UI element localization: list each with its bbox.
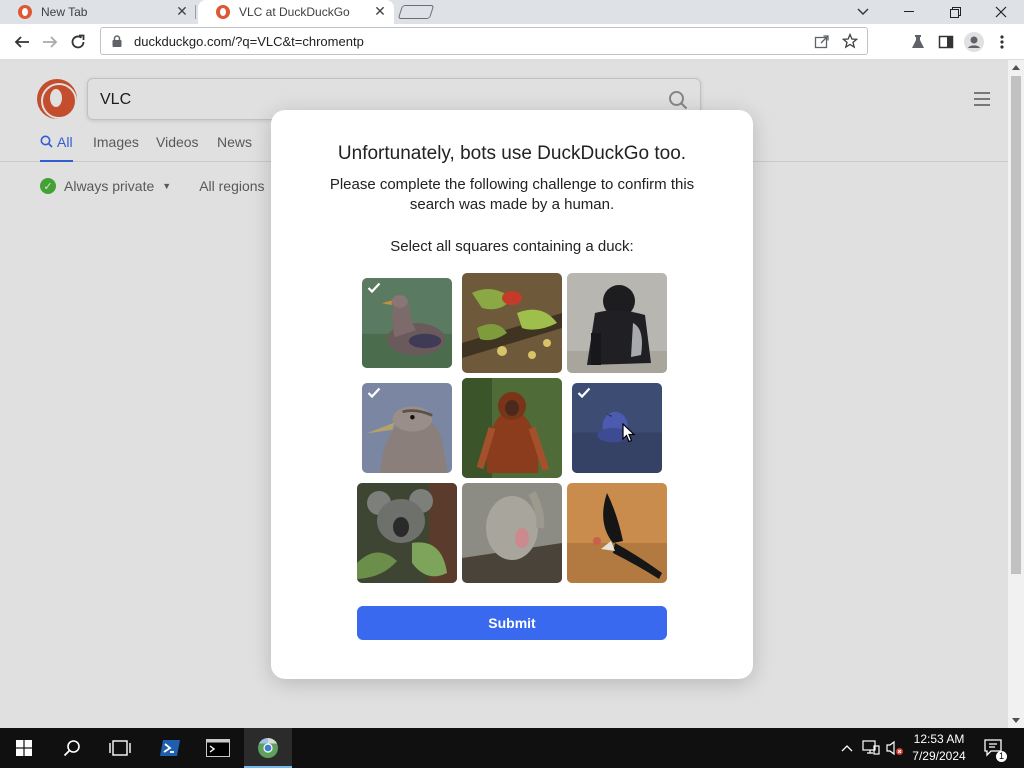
windows-logo-icon bbox=[16, 740, 32, 756]
show-hidden-icons-button[interactable] bbox=[838, 728, 856, 768]
grid-tile-bird[interactable] bbox=[462, 273, 562, 373]
restore-button[interactable] bbox=[932, 0, 978, 24]
scrollbar-thumb[interactable] bbox=[1011, 76, 1021, 574]
tab-new-tab[interactable]: New Tab ✕ bbox=[0, 0, 196, 24]
grid-tile-orangutan[interactable] bbox=[462, 378, 562, 478]
forward-button[interactable] bbox=[36, 28, 64, 56]
bot-challenge-dialog: Unfortunately, bots use DuckDuckGo too. … bbox=[271, 110, 753, 679]
duckduckgo-favicon-icon bbox=[18, 5, 32, 19]
challenge-prompt: Select all squares containing a duck: bbox=[390, 238, 634, 255]
page-scrollbar[interactable] bbox=[1008, 60, 1024, 728]
grid-tile-gorilla[interactable] bbox=[567, 273, 667, 373]
clock-date: 7/29/2024 bbox=[912, 749, 966, 763]
duckduckgo-favicon-icon bbox=[216, 5, 230, 19]
taskbar-terminal[interactable] bbox=[194, 728, 242, 768]
system-clock[interactable]: 12:53 AM 7/29/2024 bbox=[906, 731, 972, 765]
browser-tab-strip: New Tab ✕ VLC at DuckDuckGo ✕ bbox=[0, 0, 1024, 24]
tab-vlc-at-duckduckgo[interactable]: VLC at DuckDuckGo ✕ bbox=[198, 0, 394, 24]
windows-taskbar: 12:53 AM 7/29/2024 1 bbox=[0, 728, 1024, 768]
browser-menu-icon[interactable] bbox=[990, 30, 1014, 54]
grid-tile-kangaroo[interactable] bbox=[462, 483, 562, 583]
bookmark-star-icon[interactable] bbox=[839, 30, 861, 52]
reload-button[interactable] bbox=[64, 28, 92, 56]
start-button[interactable] bbox=[0, 728, 48, 768]
volume-muted-icon[interactable] bbox=[884, 728, 906, 768]
extension-icon[interactable] bbox=[906, 30, 930, 54]
powershell-icon bbox=[160, 740, 180, 756]
submit-button[interactable]: Submit bbox=[357, 606, 667, 640]
scroll-down-arrow-icon[interactable] bbox=[1012, 718, 1020, 723]
challenge-subtitle: Please complete the following challenge … bbox=[329, 176, 695, 213]
scroll-up-arrow-icon[interactable] bbox=[1012, 65, 1020, 70]
url-text[interactable]: duckduckgo.com/?q=VLC&t=chromentp bbox=[134, 34, 811, 49]
taskbar-chrome[interactable] bbox=[244, 728, 292, 768]
new-tab-button[interactable] bbox=[397, 5, 435, 19]
grid-tile-duck-1[interactable] bbox=[362, 278, 452, 368]
browser-toolbar: duckduckgo.com/?q=VLC&t=chromentp bbox=[0, 24, 1024, 60]
terminal-icon bbox=[206, 739, 230, 757]
task-view-icon bbox=[109, 740, 131, 756]
share-icon[interactable] bbox=[811, 30, 833, 52]
tab-search-icon[interactable] bbox=[840, 0, 886, 24]
back-button[interactable] bbox=[8, 28, 36, 56]
close-window-button[interactable] bbox=[978, 0, 1024, 24]
minimize-button[interactable] bbox=[886, 0, 932, 24]
address-bar[interactable]: duckduckgo.com/?q=VLC&t=chromentp bbox=[100, 27, 868, 55]
checkmark-icon bbox=[367, 387, 381, 399]
lock-icon[interactable] bbox=[111, 35, 123, 47]
network-icon[interactable] bbox=[860, 728, 882, 768]
search-icon bbox=[63, 740, 80, 757]
challenge-title: Unfortunately, bots use DuckDuckGo too. bbox=[337, 143, 687, 164]
task-view-button[interactable] bbox=[96, 728, 144, 768]
grid-tile-koala[interactable] bbox=[357, 483, 457, 583]
tab-label: New Tab bbox=[41, 5, 88, 19]
clock-time: 12:53 AM bbox=[913, 732, 965, 746]
grid-tile-duck-2[interactable] bbox=[362, 383, 452, 473]
close-tab-icon[interactable]: ✕ bbox=[174, 4, 190, 20]
tab-label: VLC at DuckDuckGo bbox=[239, 5, 350, 19]
taskbar-search-button[interactable] bbox=[48, 728, 96, 768]
grid-tile-duck-3[interactable] bbox=[572, 383, 662, 473]
side-panel-icon[interactable] bbox=[934, 30, 958, 54]
notification-count-badge: 1 bbox=[996, 751, 1007, 762]
checkmark-icon bbox=[577, 387, 591, 399]
chrome-icon bbox=[258, 737, 278, 758]
grid-tile-condor[interactable] bbox=[567, 483, 667, 583]
checkmark-icon bbox=[367, 282, 381, 294]
taskbar-powershell[interactable] bbox=[146, 728, 194, 768]
profile-avatar-icon[interactable] bbox=[962, 30, 986, 54]
chevron-up-icon bbox=[841, 745, 853, 752]
close-tab-icon[interactable]: ✕ bbox=[372, 4, 388, 20]
mouse-cursor-icon bbox=[622, 423, 636, 443]
action-center-button[interactable]: 1 bbox=[980, 728, 1008, 768]
